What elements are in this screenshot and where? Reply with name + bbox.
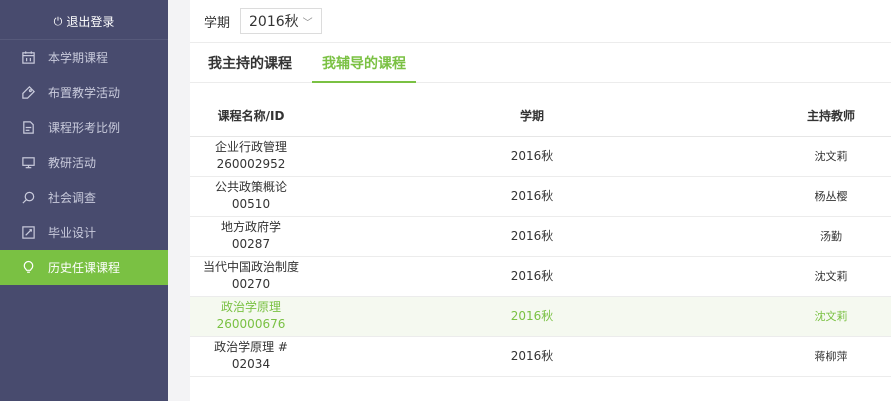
table-row[interactable]: 当代中国政治制度 00270 2016秋 沈文莉: [190, 256, 891, 297]
course-table: 课程名称/ID 学期 主持教师 企业行政管理 260002952 2016秋 沈文…: [190, 96, 891, 377]
sidebar-item-label: 毕业设计: [48, 226, 97, 240]
table-row-highlighted[interactable]: 政治学原理 260000676 2016秋 沈文莉: [190, 296, 891, 337]
sidebar: ⏻ 退出登录 本学期课程 布置教学活动 课程形考比例 教研活动 社会调查 毕业设…: [0, 0, 168, 401]
teacher-cell: 沈文莉: [752, 136, 891, 177]
calendar-icon: [20, 50, 36, 66]
teacher-cell: 蒋柳萍: [752, 336, 891, 377]
table-header-row: 课程名称/ID 学期 主持教师: [190, 96, 891, 137]
monitor-icon: [20, 155, 36, 171]
course-id: 02034: [231, 357, 271, 371]
edit-doc-icon: [20, 120, 36, 136]
column-header-course: 课程名称/ID: [190, 96, 312, 137]
term-select-value: 2016秋: [249, 14, 299, 30]
tab-tutored-courses[interactable]: 我辅导的课程: [312, 43, 416, 83]
sidebar-item-history-courses[interactable]: 历史任课课程: [0, 250, 168, 285]
sidebar-item-label: 社会调查: [48, 191, 97, 205]
tag-icon: [20, 85, 36, 101]
teacher-cell: 沈文莉: [752, 256, 891, 297]
course-name: 企业行政管理: [214, 140, 287, 154]
term-select[interactable]: 2016秋 ﹀: [240, 8, 322, 34]
term-cell: 2016秋: [312, 216, 752, 257]
sidebar-item-label: 课程形考比例: [48, 121, 121, 135]
sidebar-item-social-survey[interactable]: 社会调查: [0, 180, 168, 215]
sidebar-item-label: 历史任课课程: [48, 261, 121, 275]
design-icon: [20, 225, 36, 241]
column-header-term: 学期: [312, 96, 752, 137]
term-cell: 2016秋: [312, 296, 752, 337]
sidebar-item-assessment-ratio[interactable]: 课程形考比例: [0, 110, 168, 145]
table-row[interactable]: 地方政府学 00287 2016秋 汤勤: [190, 216, 891, 257]
course-id: 260002952: [216, 157, 286, 171]
term-filter-bar: 学期 2016秋 ﹀: [190, 0, 891, 43]
term-cell: 2016秋: [312, 256, 752, 297]
course-cell: 当代中国政治制度 00270: [190, 256, 312, 297]
sidebar-item-label: 教研活动: [48, 156, 97, 170]
course-id: 260000676: [216, 317, 286, 331]
course-tabs: 我主持的课程 我辅导的课程: [190, 43, 891, 83]
sidebar-item-label: 本学期课程: [48, 51, 109, 65]
course-cell: 政治学原理 260000676: [190, 296, 312, 337]
teacher-cell: 汤勤: [752, 216, 891, 257]
course-cell: 企业行政管理 260002952: [190, 136, 312, 177]
power-icon: ⏻: [53, 14, 63, 28]
sidebar-item-research-activities[interactable]: 教研活动: [0, 145, 168, 180]
table-row[interactable]: 政治学原理 # 02034 2016秋 蒋柳萍: [190, 336, 891, 377]
chevron-down-icon: ﹀: [302, 17, 313, 29]
tab-hosted-courses[interactable]: 我主持的课程: [208, 43, 292, 82]
course-cell: 政治学原理 # 02034: [190, 336, 312, 377]
course-cell: 公共政策概论 00510: [190, 176, 312, 217]
course-name: 政治学原理 #: [214, 340, 288, 354]
sidebar-item-current-courses[interactable]: 本学期课程: [0, 40, 168, 75]
logout-button[interactable]: ⏻ 退出登录: [0, 0, 168, 40]
table-row[interactable]: 公共政策概论 00510 2016秋 杨丛樱: [190, 176, 891, 217]
logout-label: 退出登录: [66, 15, 115, 29]
course-name: 当代中国政治制度: [202, 260, 299, 274]
course-id: 00287: [231, 237, 271, 251]
sidebar-item-assign-activities[interactable]: 布置教学活动: [0, 75, 168, 110]
term-cell: 2016秋: [312, 336, 752, 377]
course-table-wrap: 课程名称/ID 学期 主持教师 企业行政管理 260002952 2016秋 沈文…: [190, 96, 891, 377]
course-cell: 地方政府学 00287: [190, 216, 312, 257]
content-gutter: [168, 0, 190, 401]
course-name: 政治学原理: [220, 300, 281, 314]
teacher-cell: 沈文莉: [752, 296, 891, 337]
main-content: 学期 2016秋 ﹀ 我主持的课程 我辅导的课程 课程名称/ID 学期 主持教师…: [190, 0, 891, 401]
course-name: 地方政府学: [220, 220, 281, 234]
column-header-teacher: 主持教师: [752, 96, 891, 137]
course-name: 公共政策概论: [214, 180, 287, 194]
course-id: 00510: [231, 197, 271, 211]
bulb-icon: [20, 260, 36, 276]
course-id: 00270: [231, 277, 271, 291]
term-cell: 2016秋: [312, 176, 752, 217]
teacher-cell: 杨丛樱: [752, 176, 891, 217]
search-icon: [20, 190, 36, 206]
sidebar-item-graduation-design[interactable]: 毕业设计: [0, 215, 168, 250]
table-row[interactable]: 企业行政管理 260002952 2016秋 沈文莉: [190, 136, 891, 177]
term-cell: 2016秋: [312, 136, 752, 177]
term-label: 学期: [204, 15, 231, 31]
sidebar-item-label: 布置教学活动: [48, 86, 121, 100]
